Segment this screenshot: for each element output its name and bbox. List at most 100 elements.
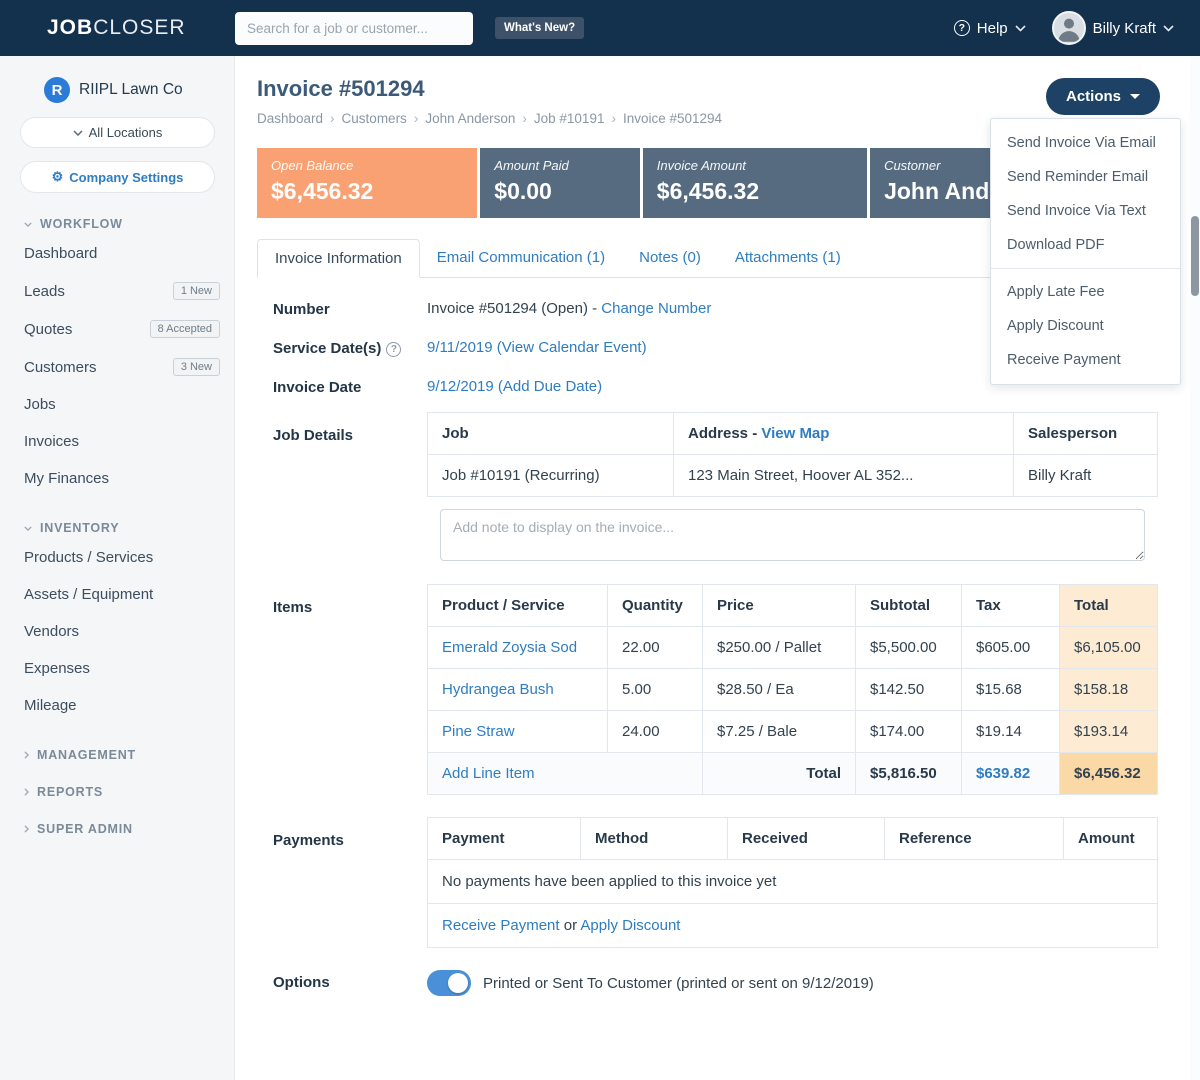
menu-item-receive-payment[interactable]: Receive Payment	[991, 343, 1180, 377]
number-label: Number	[257, 300, 427, 318]
amount-paid-card: Amount Paid $0.00	[480, 148, 640, 218]
view-map-link[interactable]: View Map	[761, 425, 829, 442]
company-settings-button[interactable]: ⚙ Company Settings	[20, 161, 215, 193]
section-super-admin[interactable]: SUPER ADMIN	[0, 822, 234, 840]
sidebar-item-assets-equipment[interactable]: Assets / Equipment	[0, 576, 234, 613]
help-icon: ?	[954, 20, 970, 36]
sidebar-item-jobs[interactable]: Jobs	[0, 386, 234, 423]
tab-attachments[interactable]: Attachments (1)	[718, 239, 858, 278]
actions-dropdown-menu: Send Invoice Via Email Send Reminder Ema…	[990, 118, 1181, 385]
sidebar-item-expenses[interactable]: Expenses	[0, 650, 234, 687]
menu-item-send-invoice-email[interactable]: Send Invoice Via Email	[991, 126, 1180, 160]
sidebar-item-invoices[interactable]: Invoices	[0, 423, 234, 460]
breadcrumb-dashboard[interactable]: Dashboard	[257, 111, 335, 126]
service-dates-help-icon[interactable]: ?	[386, 342, 401, 357]
section-workflow[interactable]: WORKFLOW	[0, 217, 234, 235]
sidebar-item-mileage[interactable]: Mileage	[0, 687, 234, 724]
company-header: R RIIPL Lawn Co	[0, 56, 234, 117]
options-label: Options	[257, 970, 427, 996]
menu-item-apply-late-fee[interactable]: Apply Late Fee	[991, 275, 1180, 309]
item-row: Emerald Zoysia Sod 22.00 $250.00 / Palle…	[428, 627, 1158, 669]
user-menu[interactable]: Billy Kraft	[1052, 11, 1174, 45]
quantity-header: Quantity	[608, 585, 703, 627]
user-name: Billy Kraft	[1093, 20, 1156, 37]
view-calendar-event-link[interactable]: (View Calendar Event)	[497, 339, 647, 356]
item-product-link[interactable]: Emerald Zoysia Sod	[442, 639, 577, 656]
section-inventory[interactable]: INVENTORY	[0, 521, 234, 539]
page-title: Invoice #501294	[257, 76, 1158, 102]
sidebar-item-quotes[interactable]: Quotes8 Accepted	[0, 310, 234, 348]
items-total-label: Total	[703, 753, 856, 795]
section-reports[interactable]: REPORTS	[0, 785, 234, 803]
leads-badge: 1 New	[173, 282, 220, 300]
sidebar-item-my-finances[interactable]: My Finances	[0, 460, 234, 497]
sidebar-item-dashboard[interactable]: Dashboard	[0, 235, 234, 272]
payments-label: Payments	[257, 817, 427, 948]
item-product-link[interactable]: Pine Straw	[442, 723, 515, 740]
items-grand-total: $6,456.32	[1060, 753, 1158, 795]
help-label: Help	[977, 20, 1008, 37]
salesperson-col-header: Salesperson	[1014, 413, 1158, 455]
service-date-link[interactable]: 9/11/2019	[427, 339, 493, 356]
job-details-table: Job Address - View Map Salesperson Job #…	[427, 412, 1158, 497]
menu-item-download-pdf[interactable]: Download PDF	[991, 228, 1180, 262]
printed-sent-text: Printed or Sent To Customer (printed or …	[483, 975, 874, 992]
sidebar-item-customers[interactable]: Customers3 New	[0, 348, 234, 386]
price-header: Price	[703, 585, 856, 627]
menu-item-apply-discount[interactable]: Apply Discount	[991, 309, 1180, 343]
items-footer-row: Add Line Item Total $5,816.50 $639.82 $6…	[428, 753, 1158, 795]
salesperson-cell: Billy Kraft	[1014, 455, 1158, 497]
printed-sent-toggle[interactable]	[427, 970, 471, 996]
items-subtotal-value: $5,816.50	[856, 753, 962, 795]
scrollbar-track[interactable]	[1190, 56, 1200, 1080]
tab-email-communication[interactable]: Email Communication (1)	[420, 239, 622, 278]
chevron-right-icon	[24, 825, 29, 833]
sidebar-item-leads[interactable]: Leads1 New	[0, 272, 234, 310]
gear-icon: ⚙	[52, 169, 64, 185]
items-tax-total-link[interactable]: $639.82	[976, 765, 1030, 782]
person-icon	[1054, 13, 1084, 43]
menu-item-send-invoice-text[interactable]: Send Invoice Via Text	[991, 194, 1180, 228]
reference-header: Reference	[885, 818, 1064, 860]
search-input[interactable]	[235, 12, 473, 45]
section-management[interactable]: MANAGEMENT	[0, 748, 234, 766]
all-locations-dropdown[interactable]: All Locations	[20, 117, 215, 148]
receive-payment-link[interactable]: Receive Payment	[442, 917, 560, 934]
add-line-item-link[interactable]: Add Line Item	[442, 765, 535, 782]
company-settings-label: Company Settings	[69, 170, 183, 185]
chevron-down-icon	[73, 130, 83, 136]
whats-new-button[interactable]: What's New?	[495, 17, 584, 39]
job-cell: Job #10191 (Recurring)	[428, 455, 674, 497]
breadcrumb-customers[interactable]: Customers	[342, 111, 419, 126]
invoice-amount-value: $6,456.32	[657, 178, 853, 205]
items-label: Items	[257, 584, 427, 795]
logo-bold: JOB	[47, 16, 93, 39]
change-number-link[interactable]: Change Number	[601, 300, 711, 317]
sidebar-item-vendors[interactable]: Vendors	[0, 613, 234, 650]
app-logo[interactable]: JOBCLOSER	[0, 16, 235, 40]
invoice-note-input[interactable]	[440, 509, 1145, 561]
open-balance-value: $6,456.32	[271, 178, 463, 205]
add-due-date-link[interactable]: (Add Due Date)	[498, 378, 602, 395]
invoice-date-label: Invoice Date	[257, 378, 427, 396]
toggle-knob	[448, 973, 468, 993]
help-menu[interactable]: ? Help	[954, 20, 1026, 37]
breadcrumb-customer[interactable]: John Anderson	[425, 111, 527, 126]
scrollbar-thumb[interactable]	[1191, 216, 1199, 296]
topbar: JOBCLOSER What's New? ? Help Billy Kraft	[0, 0, 1200, 56]
total-header: Total	[1060, 585, 1158, 627]
item-product-link[interactable]: Hydrangea Bush	[442, 681, 554, 698]
all-locations-label: All Locations	[89, 125, 163, 140]
amount-paid-value: $0.00	[494, 178, 626, 205]
invoice-date-link[interactable]: 9/12/2019	[427, 378, 494, 395]
apply-discount-link[interactable]: Apply Discount	[580, 917, 680, 934]
amount-header: Amount	[1064, 818, 1158, 860]
actions-button[interactable]: Actions	[1046, 78, 1160, 115]
user-avatar	[1052, 11, 1086, 45]
sidebar-item-products-services[interactable]: Products / Services	[0, 539, 234, 576]
address-col-header: Address - View Map	[674, 413, 1014, 455]
breadcrumb-job[interactable]: Job #10191	[534, 111, 616, 126]
menu-item-send-reminder-email[interactable]: Send Reminder Email	[991, 160, 1180, 194]
tab-invoice-information[interactable]: Invoice Information	[257, 239, 420, 278]
tab-notes[interactable]: Notes (0)	[622, 239, 718, 278]
